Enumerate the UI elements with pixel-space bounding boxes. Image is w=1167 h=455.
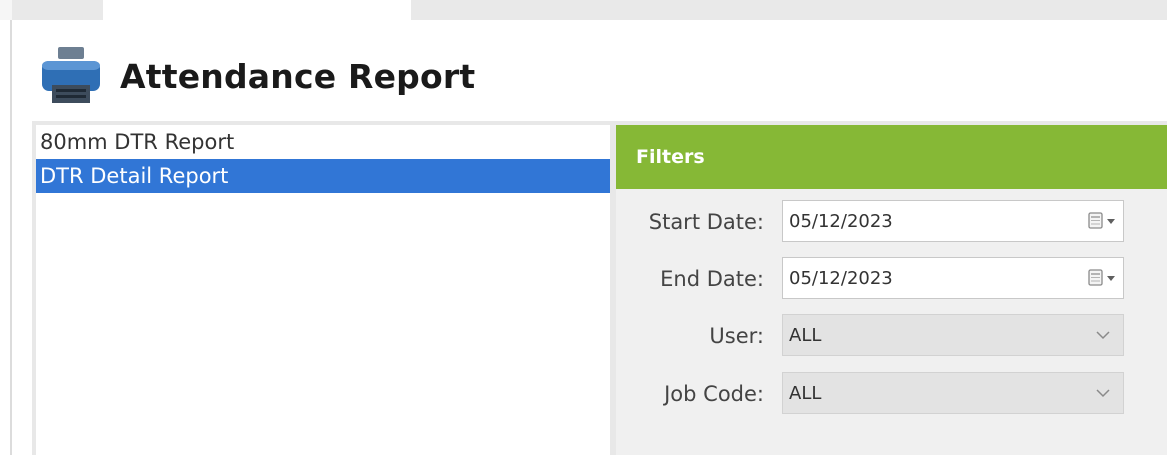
tab-strip [0,0,1167,20]
page-title: Attendance Report [120,56,476,96]
filters-panel: Filters Start Date: 05/12/2023 End Date:… [616,125,1167,455]
tab-active[interactable] [103,0,411,20]
calendar-dropdown-icon[interactable] [1083,258,1123,298]
start-date-label: Start Date: [648,210,764,234]
job-code-select[interactable]: ALL [782,372,1124,414]
start-date-field[interactable]: 05/12/2023 [782,200,1124,242]
page-frame-border [10,20,12,455]
end-date-field[interactable]: 05/12/2023 [782,257,1124,299]
report-list: 80mm DTR Report DTR Detail Report [36,125,610,455]
job-code-row: Job Code: ALL [616,371,1167,417]
end-date-value[interactable]: 05/12/2023 [789,268,1083,289]
page-header: Attendance Report [38,36,475,116]
filters-header: Filters [616,125,1167,189]
filters-title: Filters [636,146,705,168]
chevron-down-icon[interactable] [1083,315,1123,355]
report-item-80mm-dtr[interactable]: 80mm DTR Report [36,125,610,159]
start-date-row: Start Date: 05/12/2023 [616,199,1167,245]
report-item-dtr-detail[interactable]: DTR Detail Report [36,159,610,193]
printer-icon [42,47,100,103]
user-label: User: [709,324,764,348]
end-date-label: End Date: [660,267,764,291]
start-date-value[interactable]: 05/12/2023 [789,211,1083,232]
user-value[interactable]: ALL [789,325,1083,346]
calendar-dropdown-icon[interactable] [1083,201,1123,241]
end-date-row: End Date: 05/12/2023 [616,256,1167,302]
job-code-label: Job Code: [664,382,764,406]
tab-previous[interactable] [0,0,12,20]
job-code-value[interactable]: ALL [789,383,1083,404]
user-select[interactable]: ALL [782,314,1124,356]
user-row: User: ALL [616,313,1167,359]
chevron-down-icon[interactable] [1083,373,1123,413]
